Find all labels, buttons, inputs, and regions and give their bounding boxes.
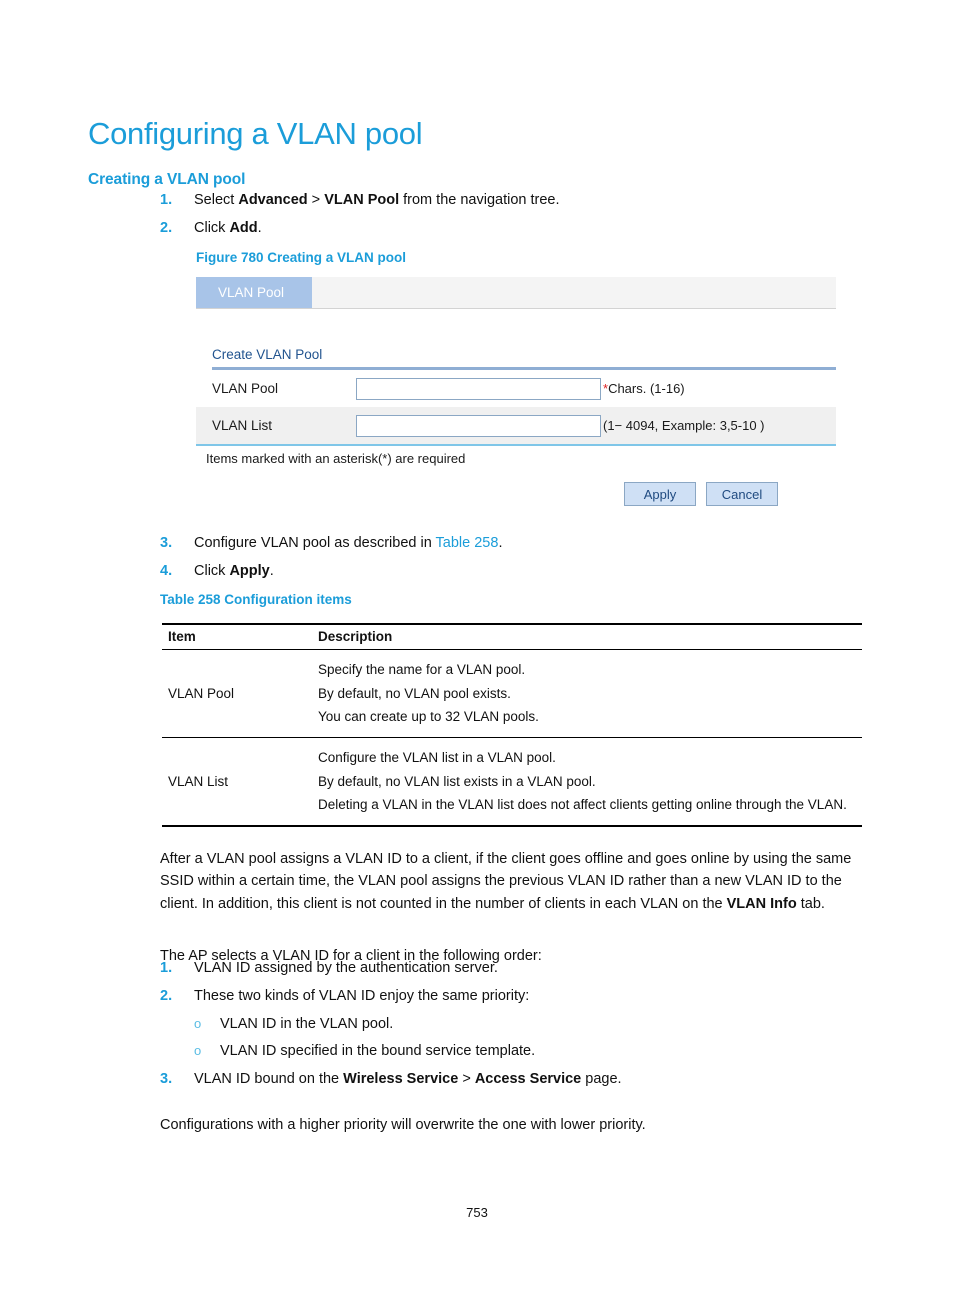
- sub-bullet-text: VLAN ID specified in the bound service t…: [220, 1043, 536, 1060]
- step-text-suffix: page.: [581, 1071, 622, 1087]
- table-header-row: Item Description: [162, 623, 862, 650]
- step-number: 3.: [160, 535, 173, 551]
- table-caption: Table 258 Configuration items: [160, 592, 352, 607]
- step-text-bold-vlan-pool: VLAN Pool: [324, 192, 400, 208]
- vlan-pool-input[interactable]: [356, 377, 601, 400]
- step-text-prefix: Configure VLAN pool as described in: [194, 535, 436, 551]
- ui-tab-strip: VLAN Pool: [196, 277, 836, 309]
- step-text-separator: >: [458, 1071, 475, 1087]
- step-text-suffix: .: [257, 219, 262, 236]
- table-head: Item Description: [162, 623, 862, 650]
- description-line: You can create up to 32 VLAN pools.: [318, 709, 539, 725]
- table-cross-reference-link[interactable]: Table 258: [436, 535, 499, 551]
- vlan-list-field-cell: (1− 4094, Example: 3,5-10 ): [356, 407, 836, 444]
- step-item: 3. Configure VLAN pool as described in T…: [160, 533, 860, 555]
- description-line: Deleting a VLAN in the VLAN list does no…: [318, 797, 847, 813]
- table-cell-description: Configure the VLAN list in a VLAN pool. …: [310, 737, 862, 827]
- page-number-footer: 753: [466, 1205, 488, 1220]
- table-cell-item: VLAN Pool: [162, 649, 310, 738]
- paragraph-vlan-pool-behavior: After a VLAN pool assigns a VLAN ID to a…: [160, 848, 866, 917]
- step-text-bold-wireless-service: Wireless Service: [343, 1071, 459, 1087]
- step-text-bold-advanced: Advanced: [238, 192, 308, 208]
- steps-create-list: 1. Select Advanced > VLAN Pool from the …: [160, 190, 860, 246]
- steps-priority-list: 1. VLAN ID assigned by the authenticatio…: [160, 958, 866, 1097]
- vlan-pool-label: VLAN Pool: [212, 381, 279, 396]
- step-text-prefix: VLAN ID bound on the: [194, 1071, 344, 1087]
- step-text: Click Add.: [194, 218, 860, 240]
- description-line: Configure the VLAN list in a VLAN pool.: [318, 749, 556, 765]
- step-text-prefix: Select: [194, 192, 239, 208]
- step-text-bold-add: Add: [229, 219, 258, 236]
- table-cell-item: VLAN List: [162, 737, 310, 827]
- bullet-marker-icon: o: [194, 1015, 202, 1031]
- step-item: 3. VLAN ID bound on the Wireless Service…: [160, 1069, 866, 1091]
- paragraph-text-part2: tab.: [796, 896, 825, 913]
- paragraph-bold-vlan-info: VLAN Info: [726, 896, 797, 913]
- paragraph-priority-overwrite: Configurations with a higher priority wi…: [160, 1116, 646, 1133]
- step-number: 1.: [160, 960, 173, 976]
- step-text-prefix: Click: [194, 219, 230, 236]
- figure-caption: Figure 780 Creating a VLAN pool: [196, 250, 407, 265]
- step-text-suffix: .: [498, 535, 503, 551]
- page-title: Configuring a VLAN pool: [88, 115, 423, 151]
- vlan-list-hint: (1− 4094, Example: 3,5-10 ): [603, 418, 765, 433]
- sub-bullet-text: VLAN ID in the VLAN pool.: [220, 1015, 394, 1032]
- vlan-pool-hint-text: Chars. (1-16): [608, 381, 685, 396]
- sub-bullet-item: o VLAN ID in the VLAN pool.: [160, 1014, 866, 1036]
- embedded-ui-screenshot: VLAN Pool Create VLAN Pool VLAN Pool *Ch…: [196, 277, 836, 506]
- step-item: 2. Click Add.: [160, 218, 860, 240]
- ui-panel-title: Create VLAN Pool: [212, 347, 323, 362]
- table-body: VLAN Pool Specify the name for a VLAN po…: [162, 649, 862, 827]
- vlan-pool-field-cell: *Chars. (1-16): [356, 370, 836, 407]
- apply-button[interactable]: Apply: [624, 482, 696, 506]
- vlan-list-label: VLAN List: [196, 407, 356, 444]
- configuration-items-table: Item Description VLAN Pool Specify the n…: [162, 623, 862, 827]
- tab-vlan-pool[interactable]: VLAN Pool: [196, 277, 312, 308]
- steps-configure-list: 3. Configure VLAN pool as described in T…: [160, 533, 860, 589]
- step-text: These two kinds of VLAN ID enjoy the sam…: [194, 987, 530, 1004]
- step-text: Configure VLAN pool as described in Tabl…: [194, 533, 860, 555]
- step-text: Select Advanced > VLAN Pool from the nav…: [194, 190, 860, 212]
- description-line: By default, no VLAN pool exists.: [318, 685, 511, 701]
- form-row-vlan-list: VLAN List (1− 4094, Example: 3,5-10 ): [196, 407, 836, 444]
- step-text-prefix: Click: [194, 562, 230, 579]
- description-line: By default, no VLAN list exists in a VLA…: [318, 773, 596, 789]
- step-number: 2.: [160, 219, 173, 236]
- sub-bullet-item: o VLAN ID specified in the bound service…: [160, 1041, 866, 1063]
- document-page: Configuring a VLAN pool Creating a VLAN …: [0, 0, 954, 1296]
- step-item: 4. Click Apply.: [160, 561, 860, 583]
- form-row-vlan-pool: VLAN Pool *Chars. (1-16): [196, 370, 836, 407]
- step-number: 4.: [160, 562, 173, 579]
- step-item: 1. Select Advanced > VLAN Pool from the …: [160, 190, 860, 212]
- step-text-separator: >: [307, 192, 325, 208]
- ui-panel-body: Create VLAN Pool VLAN Pool *Chars. (1-16…: [196, 309, 836, 506]
- vlan-list-input[interactable]: [356, 414, 601, 437]
- step-text: VLAN ID bound on the Wireless Service > …: [194, 1069, 866, 1091]
- step-text: Click Apply.: [194, 561, 860, 583]
- table-cell-description: Specify the name for a VLAN pool. By def…: [310, 649, 862, 738]
- ui-button-bar: Apply Cancel: [196, 466, 836, 506]
- vlan-pool-hint: *Chars. (1-16): [603, 381, 685, 396]
- required-fields-note: Items marked with an asterisk(*) are req…: [206, 451, 466, 466]
- cancel-button[interactable]: Cancel: [706, 482, 778, 506]
- bullet-marker-icon: o: [194, 1043, 202, 1059]
- step-text-bold-apply: Apply: [229, 562, 270, 579]
- table-header-description: Description: [310, 623, 862, 650]
- table-row: VLAN Pool Specify the name for a VLAN po…: [162, 649, 862, 738]
- section-heading: Creating a VLAN pool: [88, 170, 246, 188]
- step-number: 3.: [160, 1071, 173, 1087]
- step-item: 2. These two kinds of VLAN ID enjoy the …: [160, 986, 866, 1008]
- step-text-suffix: .: [269, 562, 274, 579]
- step-text: VLAN ID assigned by the authentication s…: [194, 960, 498, 976]
- step-item: 1. VLAN ID assigned by the authenticatio…: [160, 958, 866, 980]
- step-number: 2.: [160, 987, 173, 1004]
- table-header-item: Item: [162, 623, 310, 650]
- step-text-suffix: from the navigation tree.: [399, 192, 560, 208]
- description-line: Specify the name for a VLAN pool.: [318, 662, 526, 677]
- table-row: VLAN List Configure the VLAN list in a V…: [162, 737, 862, 827]
- step-number: 1.: [160, 192, 173, 208]
- step-text-bold-access-service: Access Service: [474, 1071, 582, 1087]
